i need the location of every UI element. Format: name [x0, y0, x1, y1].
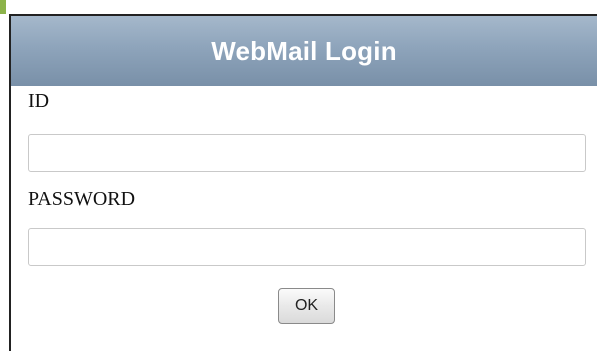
- top-strip: [0, 0, 597, 14]
- ok-button[interactable]: OK: [278, 288, 335, 324]
- corner-mark: [0, 0, 6, 14]
- login-panel: WebMail Login ID PASSWORD OK: [9, 14, 597, 351]
- panel-title: WebMail Login: [211, 35, 397, 66]
- password-label: PASSWORD: [28, 188, 136, 210]
- id-label: ID: [28, 90, 50, 112]
- panel-header: WebMail Login: [11, 16, 597, 86]
- id-input[interactable]: [28, 134, 586, 172]
- login-page: WebMail Login ID PASSWORD OK: [0, 0, 597, 351]
- password-input[interactable]: [28, 228, 586, 266]
